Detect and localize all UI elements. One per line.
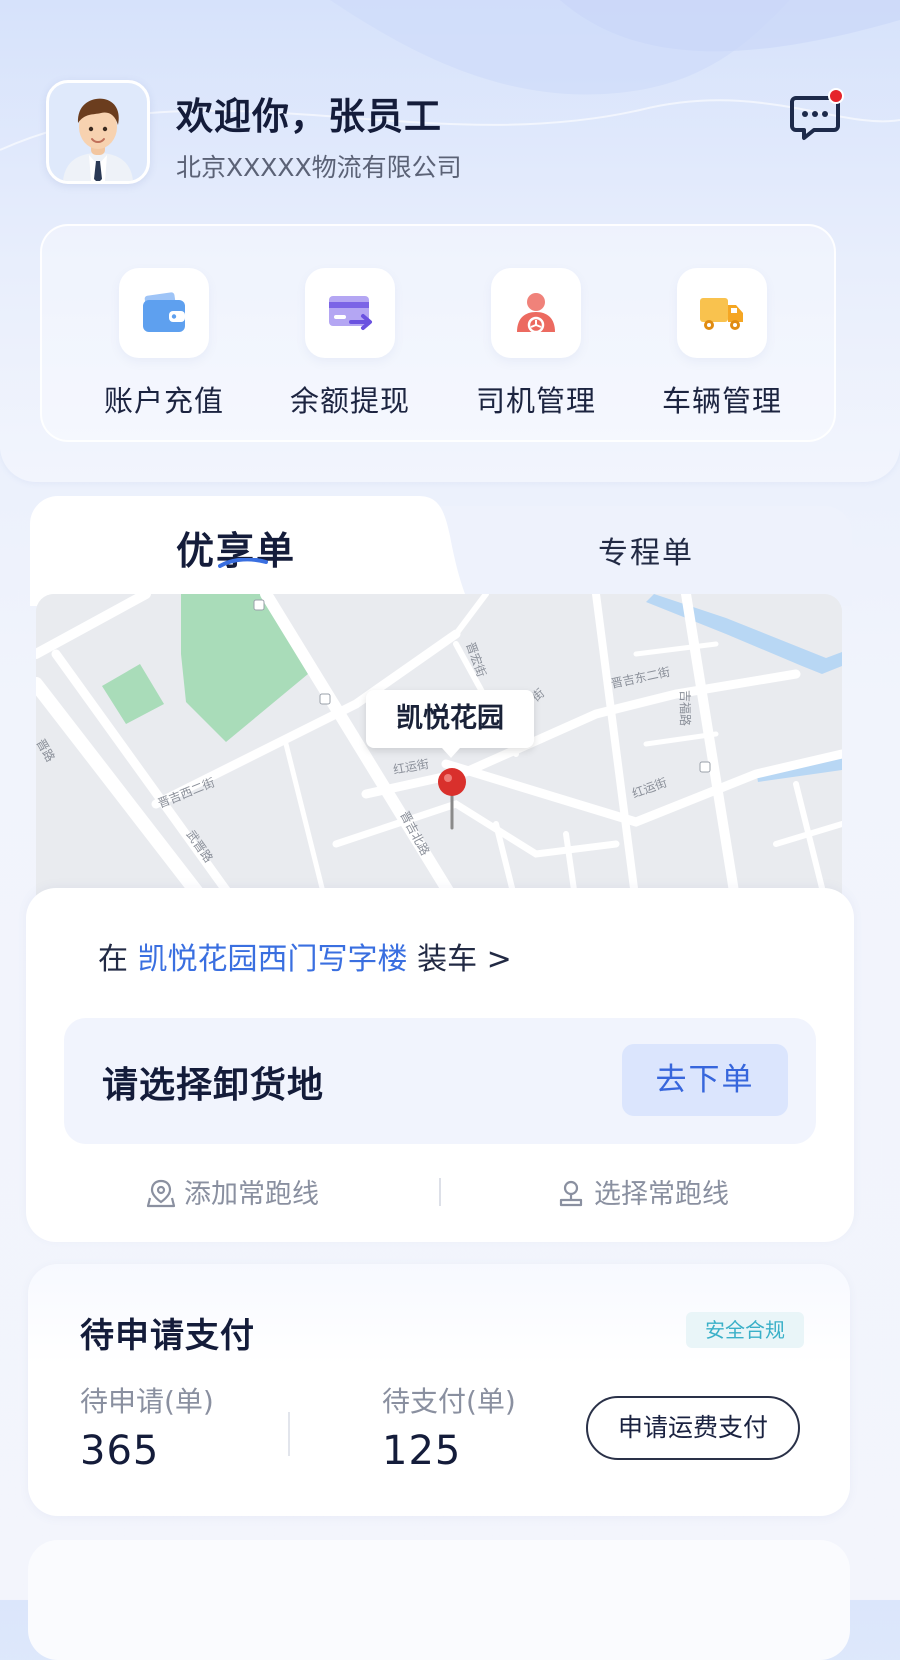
location-pin-icon (438, 768, 466, 830)
action-account-recharge[interactable]: 账户充值 (74, 226, 254, 444)
load-prefix: 在 (98, 942, 128, 977)
route-divider (439, 1178, 441, 1206)
add-route-button[interactable]: 添加常跑线 (146, 1172, 319, 1211)
load-location-row[interactable]: 在 凯悦花园西门写字楼 装车 > (98, 934, 512, 978)
map-roads: 晋宏街 晋吉东二街 吉福路 红运街 红运街 晋吉西二街 晋吉北路 武晋路 晋路 … (36, 594, 842, 904)
greeting-title: 欢迎你，张员工 (176, 95, 442, 138)
company-name: 北京XXXXX物流有限公司 (176, 153, 462, 182)
payment-title: 待申请支付 (80, 1316, 255, 1356)
chevron-right-icon: > (486, 942, 512, 977)
select-route-label: 选择常跑线 (594, 1179, 729, 1210)
compliance-badge: 安全合规 (686, 1312, 804, 1348)
pending-apply-value[interactable]: 365 (80, 1428, 159, 1474)
message-bubble-icon (790, 88, 844, 140)
location-select-icon (559, 1180, 583, 1207)
unload-placeholder: 请选择卸货地 (102, 1065, 325, 1106)
map-view[interactable]: 晋宏街 晋吉东二街 吉福路 红运街 红运街 晋吉西二街 晋吉北路 武晋路 晋路 … (36, 594, 842, 904)
load-suffix: 装车 (417, 942, 478, 977)
action-label: 余额提现 (289, 384, 410, 418)
action-label: 司机管理 (475, 384, 596, 418)
add-route-label: 添加常跑线 (184, 1179, 319, 1210)
card-withdraw-icon (329, 296, 372, 330)
unread-dot (828, 88, 844, 104)
tab-active-indicator (218, 558, 268, 568)
action-label: 账户充值 (103, 384, 224, 418)
pending-pay-label: 待支付(单) (382, 1385, 516, 1418)
wallet-icon (143, 292, 185, 332)
action-balance-withdraw[interactable]: 余额提现 (260, 226, 440, 444)
avatar[interactable] (46, 80, 150, 184)
action-vehicle-management[interactable]: 车辆管理 (632, 226, 812, 444)
stat-divider (288, 1412, 290, 1456)
apply-freight-payment-button[interactable]: 申请运费支付 (586, 1396, 800, 1460)
user-avatar-icon (49, 83, 147, 181)
truck-icon (700, 298, 743, 330)
tab-zhuancheng[interactable]: 专程单 (598, 528, 694, 572)
message-button[interactable] (788, 88, 844, 144)
map-marker-label: 凯悦花园 (366, 690, 534, 758)
select-route-button[interactable]: 选择常跑线 (556, 1172, 729, 1211)
load-place-link[interactable]: 凯悦花园西门写字楼 (138, 942, 408, 977)
pending-pay-value[interactable]: 125 (382, 1428, 461, 1474)
svg-text:吉福路: 吉福路 (678, 690, 693, 726)
action-label: 车辆管理 (661, 384, 782, 418)
driver-icon (517, 293, 555, 334)
next-card-partial (28, 1540, 850, 1660)
quick-actions-panel: 账户充值 余额提现 司机管理 车辆管理 (40, 224, 836, 442)
map-pin-outline-icon (146, 1179, 176, 1208)
place-order-button[interactable]: 去下单 (622, 1044, 788, 1116)
action-driver-management[interactable]: 司机管理 (446, 226, 626, 444)
pending-apply-label: 待申请(单) (80, 1385, 214, 1418)
